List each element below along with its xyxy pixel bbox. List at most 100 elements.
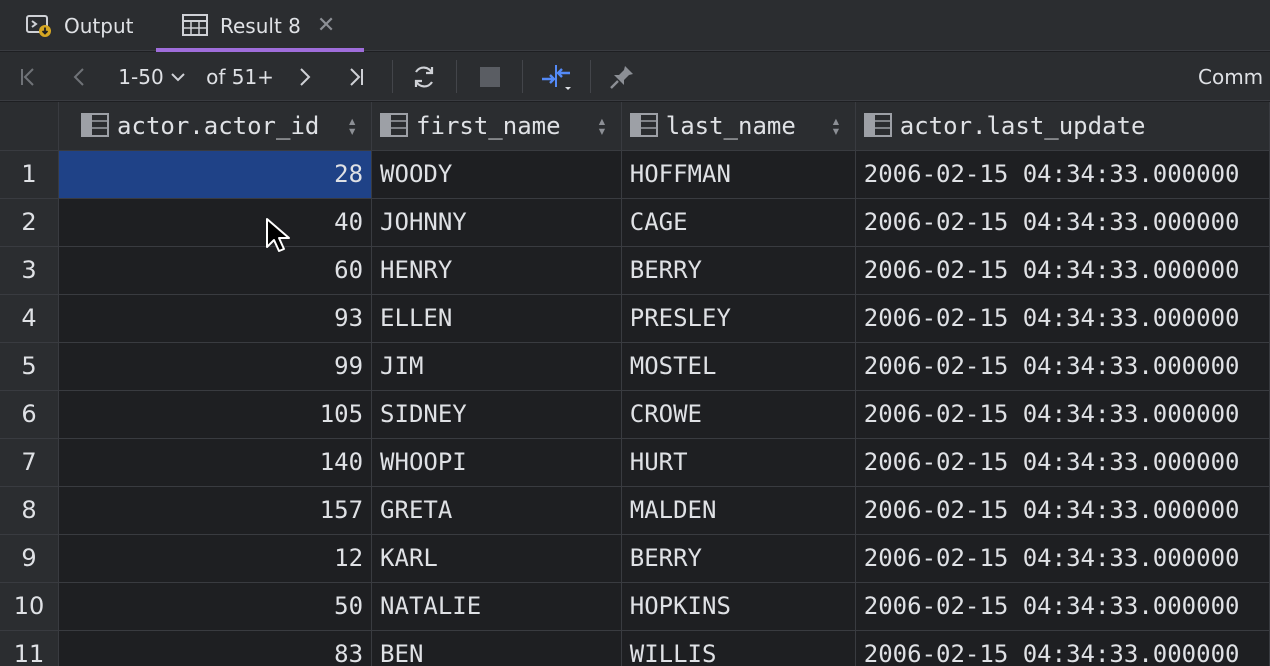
comment-label[interactable]: Comm	[1198, 52, 1270, 101]
cell-last-update[interactable]: 2006-02-15 04:34:33.000000	[855, 150, 1270, 199]
column-header-last-update[interactable]: actor.last_update	[855, 102, 1270, 151]
row-number[interactable]: 7	[0, 438, 60, 487]
mouse-pointer-icon	[266, 218, 290, 252]
cell-last-update[interactable]: 2006-02-15 04:34:33.000000	[855, 534, 1270, 583]
cell-first-name[interactable]: JIM	[371, 342, 622, 391]
cell-last-update[interactable]: 2006-02-15 04:34:33.000000	[855, 390, 1270, 439]
cell-actor-id[interactable]: 140	[58, 438, 373, 487]
cell-last-name[interactable]: BERRY	[621, 246, 856, 295]
pin-tab-button[interactable]	[604, 52, 640, 101]
cell-actor-id[interactable]: 83	[58, 630, 373, 666]
cell-actor-id[interactable]: 105	[58, 390, 373, 439]
cell-last-update[interactable]: 2006-02-15 04:34:33.000000	[855, 438, 1270, 487]
table-row[interactable]: 4 93 ELLEN PRESLEY 2006-02-15 04:34:33.00000…	[0, 294, 1270, 343]
sort-icon[interactable]: ▴ ▾	[597, 113, 607, 139]
row-number[interactable]: 5	[0, 342, 60, 391]
cell-actor-id[interactable]: 12	[58, 534, 373, 583]
cell-first-name[interactable]: ELLEN	[371, 294, 622, 343]
cell-last-update[interactable]: 2006-02-15 04:34:33.000000	[855, 246, 1270, 295]
previous-page-button[interactable]	[64, 52, 94, 101]
first-page-button[interactable]	[12, 52, 44, 101]
table-row[interactable]: 1 28 WOODY HOFFMAN 2006-02-15 04:34:33.00000…	[0, 150, 1270, 199]
cell-last-update[interactable]: 2006-02-15 04:34:33.000000	[855, 582, 1270, 631]
table-row[interactable]: 2 40 JOHNNY CAGE 2006-02-15 04:34:33.000000	[0, 198, 1270, 247]
row-number[interactable]: 9	[0, 534, 60, 583]
cell-last-update[interactable]: 2006-02-15 04:34:33.000000	[855, 198, 1270, 247]
cell-last-name[interactable]: MOSTEL	[621, 342, 856, 391]
cell-last-name[interactable]: MALDEN	[621, 486, 856, 535]
row-number[interactable]: 3	[0, 246, 60, 295]
row-number[interactable]: 6	[0, 390, 60, 439]
cell-first-name[interactable]: KARL	[371, 534, 622, 583]
table-row[interactable]: 9 12 KARL BERRY 2006-02-15 04:34:33.000000	[0, 534, 1270, 583]
column-header-first-name[interactable]: first_name ▴ ▾	[371, 102, 622, 151]
cell-actor-id[interactable]: 99	[58, 342, 373, 391]
sort-icon[interactable]: ▴ ▾	[831, 113, 841, 139]
tab-output-label: Output	[64, 13, 134, 38]
cell-last-name[interactable]: CROWE	[621, 390, 856, 439]
row-number[interactable]: 1	[0, 150, 60, 199]
result-grid: actor.actor_id ▴ ▾ first_name ▴ ▾ last_nam…	[0, 102, 1270, 666]
result-toolbar: 1-50 of 51+ Comm	[0, 52, 1270, 101]
cell-last-update[interactable]: 2006-02-15 04:34:33.000000	[855, 342, 1270, 391]
last-page-button[interactable]	[340, 52, 372, 101]
next-page-button[interactable]	[290, 52, 320, 101]
row-number[interactable]: 4	[0, 294, 60, 343]
table-body: 1 28 WOODY HOFFMAN 2006-02-15 04:34:33.00000…	[0, 150, 1270, 666]
table-row[interactable]: 6 105 SIDNEY CROWE 2006-02-15 04:34:33.00000…	[0, 390, 1270, 439]
cell-last-update[interactable]: 2006-02-15 04:34:33.000000	[855, 486, 1270, 535]
cell-last-name[interactable]: PRESLEY	[621, 294, 856, 343]
cell-first-name[interactable]: BEN	[371, 630, 622, 666]
row-number[interactable]: 8	[0, 486, 60, 535]
tab-output[interactable]: Output	[26, 0, 133, 51]
cell-actor-id[interactable]: 60	[58, 246, 373, 295]
cell-last-name[interactable]: HOFFMAN	[621, 150, 856, 199]
tab-result-8[interactable]: Result 8 ✕	[156, 0, 364, 52]
table-row[interactable]: 11 83 BEN WILLIS 2006-02-15 04:34:33.000000	[0, 630, 1270, 666]
column-header-last-name[interactable]: last_name ▴ ▾	[621, 102, 856, 151]
column-icon	[863, 112, 892, 137]
cell-first-name[interactable]: JOHNNY	[371, 198, 622, 247]
column-icon	[81, 112, 110, 137]
compare-arrows-icon	[542, 64, 571, 90]
cell-last-name[interactable]: BERRY	[621, 534, 856, 583]
cell-first-name[interactable]: SIDNEY	[371, 390, 622, 439]
table-row[interactable]: 7 140 WHOOPI HURT 2006-02-15 04:34:33.000000	[0, 438, 1270, 487]
close-icon[interactable]: ✕	[317, 14, 335, 37]
page-range-dropdown[interactable]: 1-50	[114, 52, 190, 101]
table-row[interactable]: 8 157 GRETA MALDEN 2006-02-15 04:34:33.00000…	[0, 486, 1270, 535]
cell-last-name[interactable]: WILLIS	[621, 630, 856, 666]
cell-first-name[interactable]: GRETA	[371, 486, 622, 535]
compare-button[interactable]	[536, 52, 578, 101]
cell-last-name[interactable]: HOPKINS	[621, 582, 856, 631]
cell-last-update[interactable]: 2006-02-15 04:34:33.000000	[855, 630, 1270, 666]
cell-actor-id[interactable]: 50	[58, 582, 373, 631]
row-number[interactable]: 11	[0, 630, 60, 666]
column-header-label: actor.actor_id	[117, 111, 320, 140]
cell-actor-id[interactable]: 157	[58, 486, 373, 535]
cell-actor-id[interactable]: 28	[58, 150, 373, 199]
row-number-header[interactable]	[0, 102, 60, 151]
cell-first-name[interactable]: WHOOPI	[371, 438, 622, 487]
table-row[interactable]: 3 60 HENRY BERRY 2006-02-15 04:34:33.000000	[0, 246, 1270, 295]
row-number[interactable]: 10	[0, 582, 60, 631]
row-number[interactable]: 2	[0, 198, 60, 247]
cell-actor-id[interactable]: 40	[58, 198, 373, 247]
cell-first-name[interactable]: NATALIE	[371, 582, 622, 631]
cell-last-update[interactable]: 2006-02-15 04:34:33.000000	[855, 294, 1270, 343]
chevron-right-icon	[300, 67, 311, 86]
sort-icon[interactable]: ▴ ▾	[347, 113, 357, 139]
table-icon	[182, 13, 208, 38]
refresh-button[interactable]	[406, 52, 442, 101]
cell-last-name[interactable]: CAGE	[621, 198, 856, 247]
cell-first-name[interactable]: HENRY	[371, 246, 622, 295]
table-row[interactable]: 5 99 JIM MOSTEL 2006-02-15 04:34:33.000000	[0, 342, 1270, 391]
refresh-icon	[414, 66, 434, 87]
table-row[interactable]: 10 50 NATALIE HOPKINS 2006-02-15 04:34:33.00…	[0, 582, 1270, 631]
cell-first-name[interactable]: WOODY	[371, 150, 622, 199]
column-header-actor-id[interactable]: actor.actor_id ▴ ▾	[58, 102, 373, 151]
toolbar-separator	[590, 60, 591, 93]
cell-actor-id[interactable]: 93	[58, 294, 373, 343]
stop-button[interactable]	[472, 52, 508, 101]
cell-last-name[interactable]: HURT	[621, 438, 856, 487]
